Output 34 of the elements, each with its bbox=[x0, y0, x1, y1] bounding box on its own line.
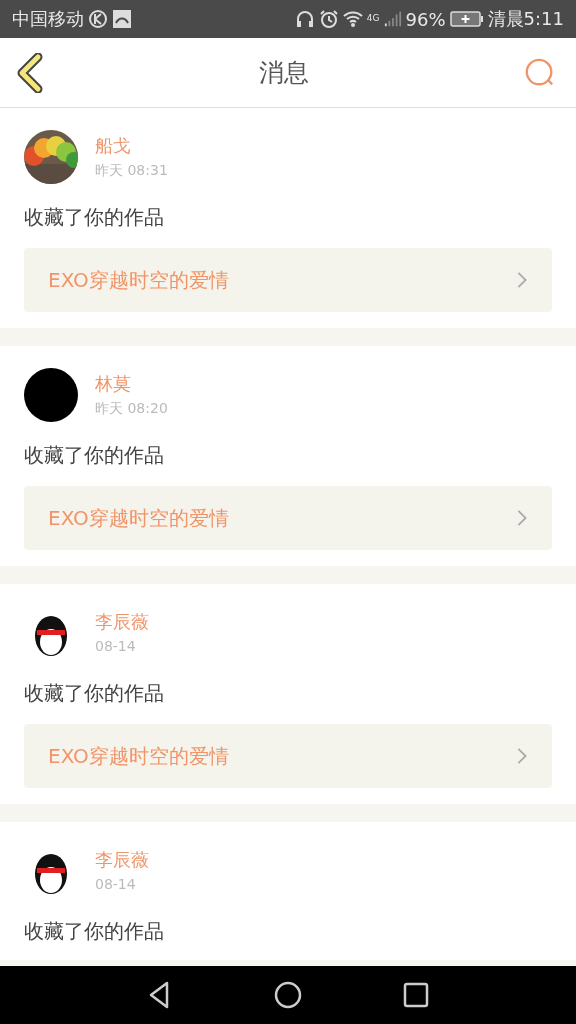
back-icon[interactable] bbox=[16, 52, 44, 93]
timestamp: 08-14 bbox=[95, 876, 137, 892]
signal-icon bbox=[383, 9, 402, 29]
timestamp: 昨天 08:31 bbox=[95, 162, 168, 180]
battery-percent: 96% bbox=[405, 8, 446, 30]
network-type: 4G bbox=[366, 13, 380, 23]
headphones-icon bbox=[294, 9, 315, 29]
message-text: 收藏了你的作品 bbox=[24, 680, 165, 706]
user-name[interactable]: 李辰薇 bbox=[95, 848, 149, 872]
chevron-right-icon bbox=[516, 509, 528, 527]
work-link[interactable]: EXO穿越时空的爱情 bbox=[24, 248, 552, 312]
message-text: 收藏了你的作品 bbox=[24, 918, 165, 944]
timestamp: 昨天 08:20 bbox=[95, 400, 168, 418]
home-circle-icon[interactable] bbox=[273, 980, 303, 1010]
user-name[interactable]: 船戈 bbox=[95, 134, 168, 158]
user-name[interactable]: 李辰薇 bbox=[95, 610, 149, 634]
clock: 清晨5:11 bbox=[487, 7, 564, 31]
work-link[interactable]: EXO穿越时空的爱情 bbox=[24, 724, 552, 788]
work-link[interactable]: EXO穿越时空的爱情 bbox=[24, 486, 552, 550]
chevron-right-icon bbox=[516, 747, 528, 765]
avatar bbox=[24, 368, 78, 422]
app-notification-icon bbox=[112, 9, 132, 29]
recents-square-icon[interactable] bbox=[401, 980, 431, 1010]
alarm-icon bbox=[318, 9, 339, 29]
battery-icon bbox=[449, 10, 484, 28]
timestamp: 08-14 bbox=[95, 638, 137, 654]
chevron-right-icon bbox=[516, 271, 528, 289]
user-name[interactable]: 林莫 bbox=[95, 372, 168, 396]
message-text: 收藏了你的作品 bbox=[24, 204, 165, 230]
message-text: 收藏了你的作品 bbox=[24, 442, 165, 468]
wifi-icon bbox=[342, 9, 363, 29]
page-title: 消息 bbox=[259, 57, 309, 89]
k-circle-icon bbox=[88, 9, 108, 29]
carrier-name: 中国移动 bbox=[12, 7, 84, 31]
